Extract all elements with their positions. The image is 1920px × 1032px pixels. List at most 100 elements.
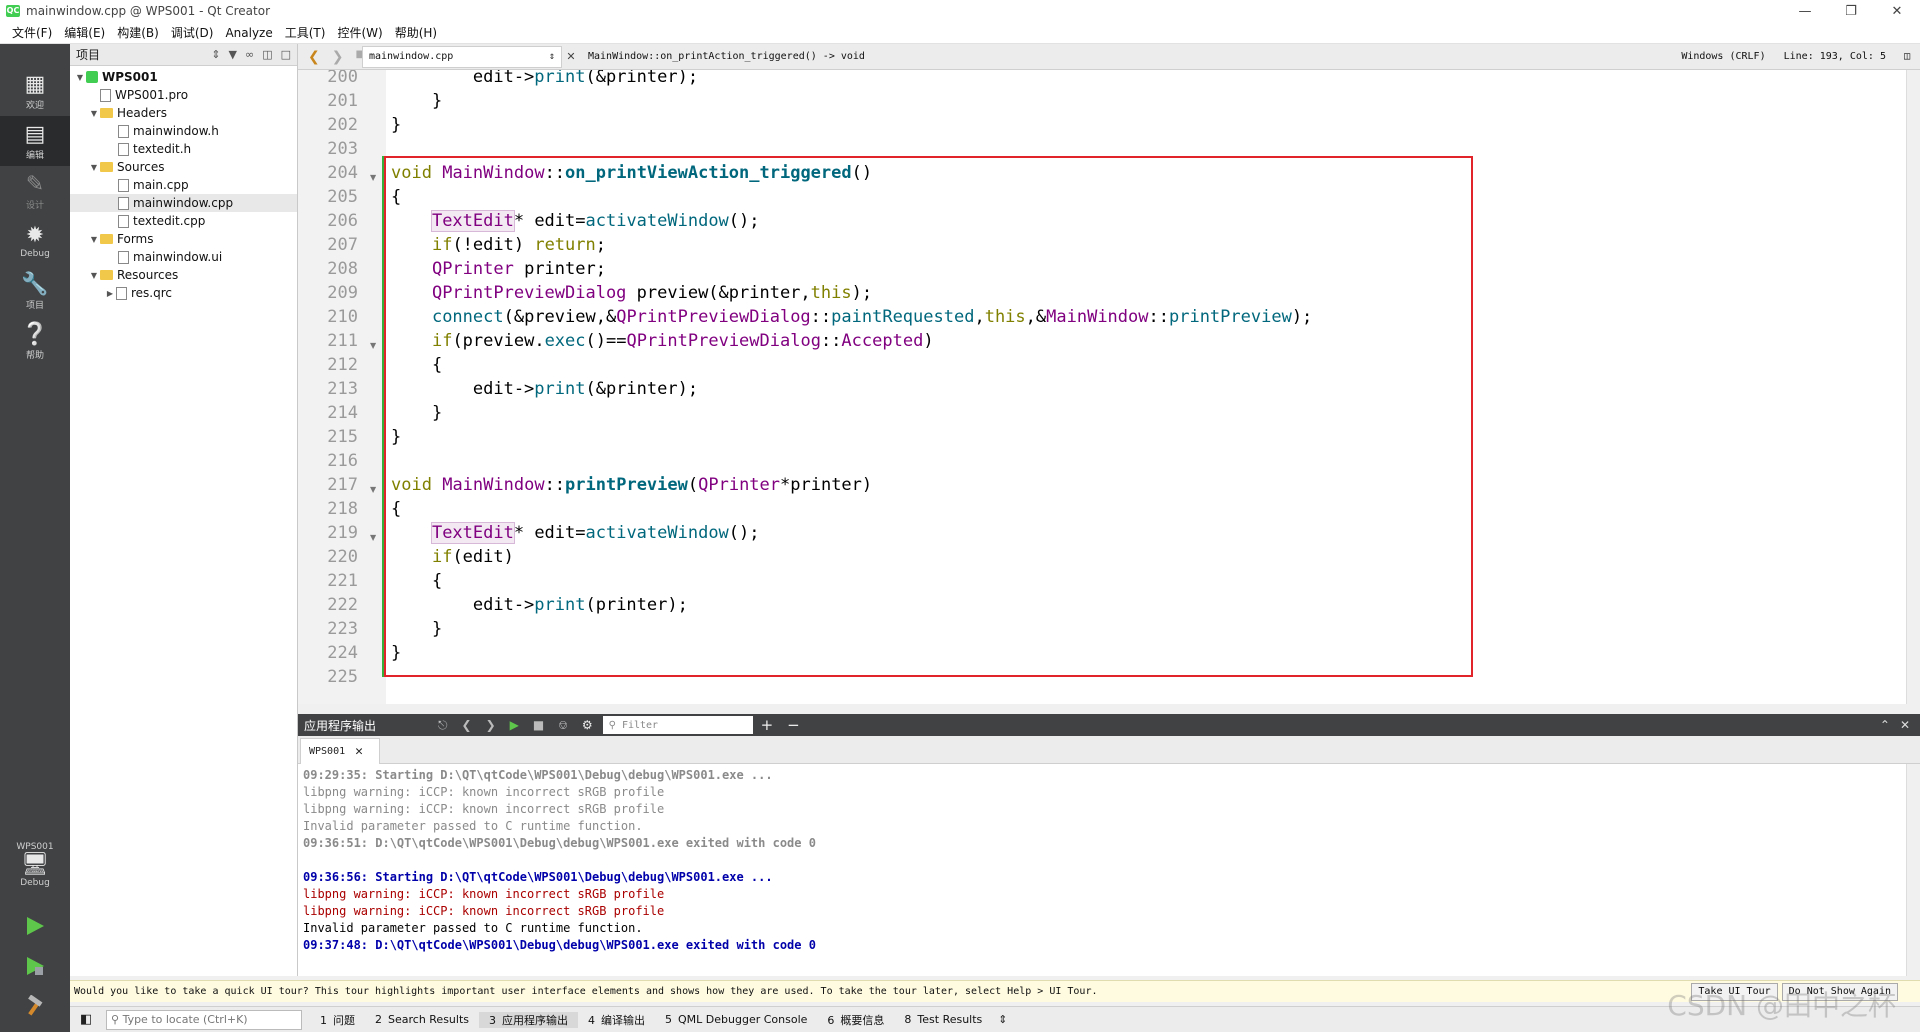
locator-placeholder: Type to locate (Ctrl+K)	[122, 1013, 248, 1026]
output-scrollbar[interactable]	[1906, 764, 1920, 976]
tab-test-results[interactable]: 8 Test Results	[894, 1013, 992, 1026]
fold-arrow-icon[interactable]: ▼	[370, 173, 376, 182]
cursor-position[interactable]: Line: 193, Col: 5	[1784, 51, 1886, 62]
run-button[interactable]	[0, 906, 70, 946]
menu-edit[interactable]: 编辑(E)	[58, 24, 111, 41]
tab-number: 1	[320, 1013, 327, 1027]
tab-issues[interactable]: 1 问题	[310, 1012, 365, 1028]
tab-application-output[interactable]: 3 应用程序输出	[479, 1011, 579, 1028]
menu-tools[interactable]: 工具(T)	[279, 24, 332, 41]
tree-folder-forms[interactable]: ▼ Forms	[70, 230, 297, 248]
mode-edit[interactable]: ▤ 编辑	[0, 116, 70, 166]
stop-icon[interactable]: ■	[533, 718, 544, 732]
fold-arrow-icon[interactable]: ▼	[370, 341, 376, 350]
close-button[interactable]: ✕	[1874, 0, 1920, 22]
zoom-in-icon[interactable]: +	[761, 716, 774, 734]
line-ending-selector[interactable]: Windows (CRLF)	[1681, 51, 1765, 62]
close-pane-icon[interactable]: □	[281, 48, 291, 61]
tree-item-mainwindow-ui[interactable]: mainwindow.ui	[70, 248, 297, 266]
prev-icon[interactable]: ❮	[462, 718, 472, 732]
split-icon[interactable]: ◫	[262, 48, 272, 61]
expand-arrow-icon[interactable]: ▶	[104, 289, 116, 298]
collapse-arrow-icon[interactable]: ▼	[88, 271, 100, 280]
output-tab-wps001[interactable]: WPS001 ✕	[300, 738, 380, 764]
menu-analyze[interactable]: Analyze	[219, 26, 278, 40]
settings-gear-icon[interactable]: ⚙	[582, 718, 593, 732]
view-selector-icon[interactable]: ⇕	[211, 48, 220, 61]
collapse-arrow-icon[interactable]: ▼	[88, 163, 100, 172]
close-pane-icon[interactable]: ✕	[1900, 718, 1920, 732]
open-file-selector[interactable]: mainwindow.cpp ⇕	[362, 45, 562, 68]
folder-icon	[100, 234, 113, 244]
filter-icon[interactable]: ▼	[229, 48, 237, 61]
fold-arrow-icon[interactable]: ▼	[370, 533, 376, 542]
tree-item-main-cpp[interactable]: main.cpp	[70, 176, 297, 194]
tab-number: 3	[489, 1013, 497, 1027]
menu-build[interactable]: 构建(B)	[111, 24, 165, 41]
tree-folder-headers[interactable]: ▼ Headers	[70, 104, 297, 122]
menu-debug[interactable]: 调试(D)	[165, 24, 220, 41]
zoom-out-icon[interactable]: −	[787, 716, 800, 734]
editor-scrollbar[interactable]	[1906, 70, 1920, 704]
tab-general-messages[interactable]: 6 概要信息	[817, 1012, 894, 1028]
mode-debug[interactable]: ✹ Debug	[0, 216, 70, 266]
tree-item-label: Sources	[117, 160, 165, 174]
maximize-pane-icon[interactable]: ⌃	[1880, 718, 1900, 732]
kit-selector[interactable]: WPS001 🖥 Debug	[0, 830, 70, 900]
tree-item-label: Forms	[117, 232, 154, 246]
menu-bar: 文件(F) 编辑(E) 构建(B) 调试(D) Analyze 工具(T) 控件…	[0, 22, 1920, 44]
close-tab-icon[interactable]: ✕	[355, 744, 363, 759]
tab-compile-output[interactable]: 4 编译输出	[578, 1012, 655, 1028]
tree-item-textedit-h[interactable]: textedit.h	[70, 140, 297, 158]
ui-tour-infobar: Would you like to take a quick UI tour? …	[70, 980, 1920, 1002]
back-arrow-icon[interactable]: ❮	[308, 49, 320, 65]
split-editor-icon[interactable]: ◫	[1904, 51, 1910, 62]
toggle-sidebar-icon[interactable]: ◧	[80, 1012, 92, 1027]
do-not-show-again-button[interactable]: Do Not Show Again	[1781, 982, 1898, 1001]
tree-folder-sources[interactable]: ▼ Sources	[70, 158, 297, 176]
close-file-icon[interactable]: ✕	[562, 50, 580, 63]
next-icon[interactable]: ❯	[486, 718, 496, 732]
take-ui-tour-button[interactable]: Take UI Tour	[1691, 982, 1778, 1001]
tree-item-mainwindow-cpp[interactable]: mainwindow.cpp	[70, 194, 297, 212]
tree-item-res-qrc[interactable]: ▶ res.qrc	[70, 284, 297, 302]
menu-widgets[interactable]: 控件(W)	[331, 24, 388, 41]
locator-input[interactable]: ⚲ Type to locate (Ctrl+K)	[106, 1009, 302, 1030]
tab-qml-debugger-console[interactable]: 5 QML Debugger Console	[655, 1013, 817, 1026]
mode-design[interactable]: ✎ 设计	[0, 166, 70, 216]
tab-search-results[interactable]: 2 Search Results	[365, 1013, 479, 1026]
minimize-button[interactable]: —	[1782, 0, 1828, 22]
collapse-arrow-icon[interactable]: ▼	[74, 73, 86, 82]
menu-file[interactable]: 文件(F)	[6, 24, 58, 41]
tree-folder-resources[interactable]: ▼ Resources	[70, 266, 297, 284]
tree-item-mainwindow-h[interactable]: mainwindow.h	[70, 122, 297, 140]
mode-projects[interactable]: 🔧 项目	[0, 266, 70, 316]
line-number: 216	[327, 451, 358, 471]
forward-arrow-icon[interactable]: ❯	[332, 49, 344, 65]
application-output[interactable]: 09:29:35: Starting D:\QT\qtCode\WPS001\D…	[298, 764, 1920, 976]
debug-run-button[interactable]	[0, 946, 70, 986]
mode-design-label: 设计	[25, 200, 44, 211]
mode-help[interactable]: ❔ 帮助	[0, 316, 70, 366]
build-button[interactable]	[0, 986, 70, 1026]
more-tabs-icon[interactable]: ⇕	[992, 1013, 1007, 1026]
rerun-icon[interactable]: ▶	[510, 718, 519, 732]
tree-project-root[interactable]: ▼ WPS001	[70, 68, 297, 86]
output-filter-input[interactable]: ⚲ Filter	[602, 716, 753, 734]
collapse-arrow-icon[interactable]: ▼	[88, 109, 100, 118]
debug-icon[interactable]: ⎊	[558, 718, 568, 733]
mode-help-label: 帮助	[25, 350, 44, 361]
debug-play-icon	[27, 957, 44, 975]
fold-arrow-icon[interactable]: ▼	[370, 485, 376, 494]
mode-welcome[interactable]: ▦ 欢迎	[0, 66, 70, 116]
symbol-selector[interactable]: MainWindow::on_printAction_triggered() -…	[580, 51, 865, 62]
code-editor[interactable]: 200 201 202 203 204 205 206 207 208 209 …	[298, 70, 1920, 704]
menu-help[interactable]: 帮助(H)	[389, 24, 443, 41]
link-icon[interactable]: ∞	[245, 48, 254, 61]
attach-icon[interactable]: ⎋	[438, 718, 448, 733]
collapse-arrow-icon[interactable]: ▼	[88, 235, 100, 244]
tree-item-textedit-cpp[interactable]: textedit.cpp	[70, 212, 297, 230]
tab-number: 4	[588, 1013, 596, 1027]
tree-item-pro[interactable]: WPS001.pro	[70, 86, 297, 104]
maximize-button[interactable]: ❐	[1828, 0, 1874, 22]
